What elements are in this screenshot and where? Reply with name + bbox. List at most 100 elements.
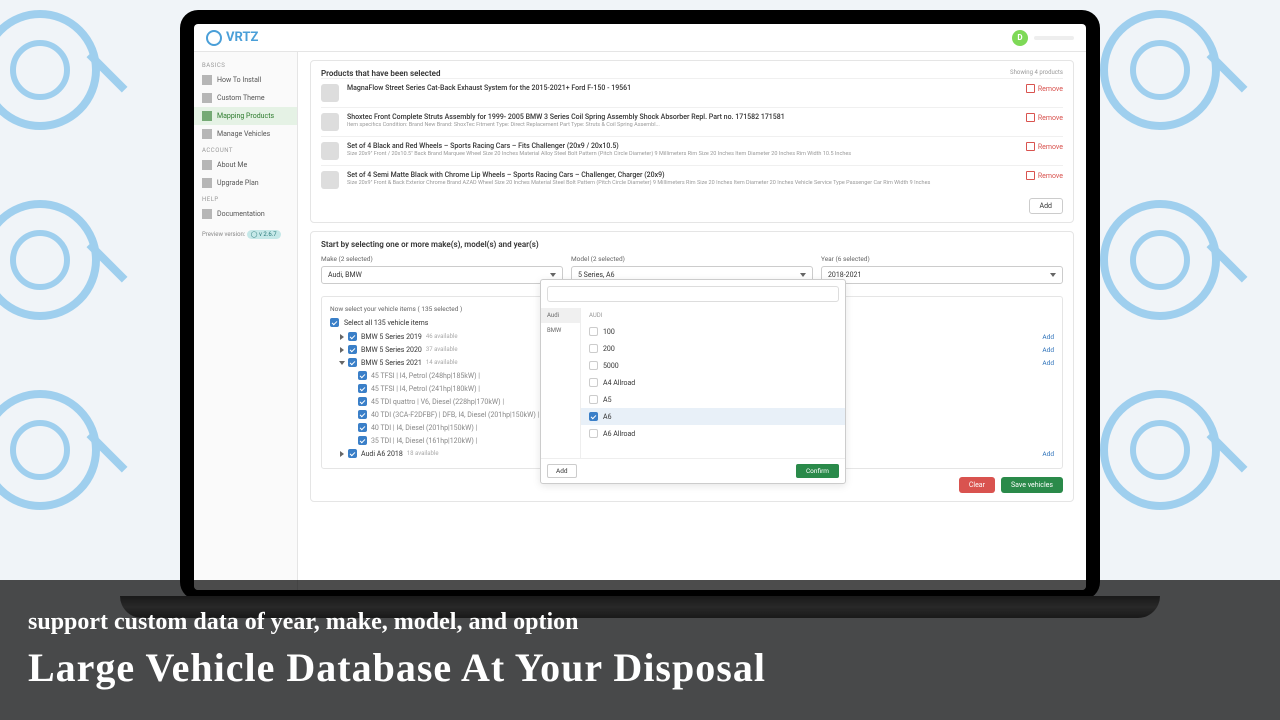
install-icon bbox=[202, 75, 212, 85]
expand-icon[interactable] bbox=[339, 361, 345, 365]
remove-product-button[interactable]: Remove bbox=[1026, 142, 1063, 151]
group-checkbox[interactable] bbox=[348, 345, 357, 354]
variant-checkbox[interactable] bbox=[358, 436, 367, 445]
sidebar-item-manage[interactable]: Manage Vehicles bbox=[194, 125, 297, 143]
dropdown-make-header: AUDI bbox=[581, 308, 845, 323]
product-title: Set of 4 Semi Matte Black with Chrome Li… bbox=[347, 171, 1018, 179]
product-description: Item specifics Condition: Brand New Bran… bbox=[347, 122, 1018, 129]
expand-icon[interactable] bbox=[340, 334, 344, 340]
product-row: Set of 4 Semi Matte Black with Chrome Li… bbox=[321, 165, 1063, 194]
product-title: MagnaFlow Street Series Cat-Back Exhaust… bbox=[347, 84, 1018, 92]
product-description: Size 20x9" Front / 20x10.5" Back Brand M… bbox=[347, 151, 1018, 158]
sidebar-section-help: HELP bbox=[194, 192, 297, 205]
model-label: Model (2 selected) bbox=[571, 255, 813, 263]
products-title: Products that have been selected bbox=[321, 69, 440, 78]
product-row: Set of 4 Black and Red Wheels – Sports R… bbox=[321, 136, 1063, 165]
sidebar-section-account: ACCOUNT bbox=[194, 143, 297, 156]
product-title: Shoxtec Front Complete Struts Assembly f… bbox=[347, 113, 1018, 121]
remove-product-button[interactable]: Remove bbox=[1026, 113, 1063, 122]
model-checkbox[interactable] bbox=[589, 361, 598, 370]
dropdown-make-item[interactable]: Audi bbox=[541, 308, 580, 323]
model-checkbox[interactable] bbox=[589, 344, 598, 353]
vehicle-tree: AudiBMW AUDI 1002005000A4 AllroadA5A6A6 … bbox=[321, 296, 1063, 469]
sidebar-item-upgrade[interactable]: Upgrade Plan bbox=[194, 174, 297, 192]
about-icon bbox=[202, 160, 212, 170]
expand-icon[interactable] bbox=[340, 347, 344, 353]
sidebar-item-about[interactable]: About Me bbox=[194, 156, 297, 174]
dropdown-confirm-button[interactable]: Confirm bbox=[796, 464, 839, 478]
dropdown-model-item[interactable]: A4 Allroad bbox=[581, 374, 845, 391]
laptop-frame: VRTZ D BASICS How To Install Custom Them… bbox=[180, 10, 1100, 600]
expand-icon[interactable] bbox=[340, 451, 344, 457]
marketing-subtitle: support custom data of year, make, model… bbox=[28, 609, 1252, 636]
products-card: Products that have been selected Showing… bbox=[310, 60, 1074, 223]
year-label: Year (6 selected) bbox=[821, 255, 1063, 263]
dropdown-make-item[interactable]: BMW bbox=[541, 323, 580, 338]
product-thumbnail bbox=[321, 113, 339, 131]
main-content: Products that have been selected Showing… bbox=[298, 52, 1086, 590]
group-checkbox[interactable] bbox=[348, 332, 357, 341]
preview-version: Preview version: ◯ v 2.6.7 bbox=[194, 223, 297, 246]
add-link[interactable]: Add bbox=[1042, 346, 1054, 354]
dropdown-model-item[interactable]: A6 Allroad bbox=[581, 425, 845, 442]
marketing-title: Large Vehicle Database At Your Disposal bbox=[28, 644, 1252, 691]
model-dropdown-popover: AudiBMW AUDI 1002005000A4 AllroadA5A6A6 … bbox=[540, 279, 846, 484]
user-menu-placeholder bbox=[1034, 36, 1074, 40]
model-checkbox[interactable] bbox=[589, 395, 598, 404]
model-search-input[interactable] bbox=[547, 286, 839, 302]
model-checkbox[interactable] bbox=[589, 429, 598, 438]
dropdown-add-button[interactable]: Add bbox=[547, 464, 577, 478]
marketing-overlay: support custom data of year, make, model… bbox=[0, 580, 1280, 720]
selector-title: Start by selecting one or more make(s), … bbox=[321, 240, 1063, 249]
model-checkbox[interactable] bbox=[589, 327, 598, 336]
product-description: Size 20x9" Front & Back Exterior Chrome … bbox=[347, 180, 1018, 187]
remove-product-button[interactable]: Remove bbox=[1026, 171, 1063, 180]
group-checkbox[interactable] bbox=[348, 358, 357, 367]
dropdown-model-item[interactable]: 5000 bbox=[581, 357, 845, 374]
selector-card: Start by selecting one or more make(s), … bbox=[310, 231, 1074, 502]
variant-checkbox[interactable] bbox=[358, 384, 367, 393]
sidebar-section-basics: BASICS bbox=[194, 58, 297, 71]
remove-product-button[interactable]: Remove bbox=[1026, 84, 1063, 93]
make-select[interactable]: Audi, BMW bbox=[321, 266, 563, 284]
save-vehicles-button[interactable]: Save vehicles bbox=[1001, 477, 1063, 493]
select-all-checkbox[interactable] bbox=[330, 318, 339, 327]
user-avatar[interactable]: D bbox=[1012, 30, 1028, 46]
dropdown-model-item[interactable]: A6 bbox=[581, 408, 845, 425]
logo-text: VRTZ bbox=[226, 30, 258, 45]
add-link[interactable]: Add bbox=[1042, 333, 1054, 341]
products-count: Showing 4 products bbox=[1010, 69, 1063, 76]
variant-checkbox[interactable] bbox=[358, 423, 367, 432]
chevron-down-icon bbox=[1050, 273, 1056, 277]
model-checkbox[interactable] bbox=[589, 412, 598, 421]
dropdown-makes-column: AudiBMW bbox=[541, 308, 581, 458]
add-product-button[interactable]: Add bbox=[1029, 198, 1063, 214]
version-pill: ◯ v 2.6.7 bbox=[247, 230, 281, 239]
product-row: MagnaFlow Street Series Cat-Back Exhaust… bbox=[321, 78, 1063, 107]
product-title: Set of 4 Black and Red Wheels – Sports R… bbox=[347, 142, 1018, 150]
sidebar-item-theme[interactable]: Custom Theme bbox=[194, 89, 297, 107]
product-thumbnail bbox=[321, 142, 339, 160]
dropdown-model-item[interactable]: A5 bbox=[581, 391, 845, 408]
add-link[interactable]: Add bbox=[1042, 359, 1054, 367]
sidebar-item-install[interactable]: How To Install bbox=[194, 71, 297, 89]
dropdown-model-item[interactable]: 100 bbox=[581, 323, 845, 340]
upgrade-icon bbox=[202, 178, 212, 188]
sidebar-item-mapping[interactable]: Mapping Products bbox=[194, 107, 297, 125]
app-logo[interactable]: VRTZ bbox=[206, 30, 258, 46]
add-link[interactable]: Add bbox=[1042, 450, 1054, 458]
sidebar-item-docs[interactable]: Documentation bbox=[194, 205, 297, 223]
variant-checkbox[interactable] bbox=[358, 371, 367, 380]
dropdown-model-item[interactable]: 200 bbox=[581, 340, 845, 357]
year-select[interactable]: 2018-2021 bbox=[821, 266, 1063, 284]
group-checkbox[interactable] bbox=[348, 449, 357, 458]
clear-button[interactable]: Clear bbox=[959, 477, 995, 493]
chevron-down-icon bbox=[550, 273, 556, 277]
mapping-icon bbox=[202, 111, 212, 121]
manage-icon bbox=[202, 129, 212, 139]
variant-checkbox[interactable] bbox=[358, 397, 367, 406]
model-checkbox[interactable] bbox=[589, 378, 598, 387]
variant-checkbox[interactable] bbox=[358, 410, 367, 419]
logo-icon bbox=[206, 30, 222, 46]
dropdown-models-column: AUDI 1002005000A4 AllroadA5A6A6 Allroad bbox=[581, 308, 845, 458]
